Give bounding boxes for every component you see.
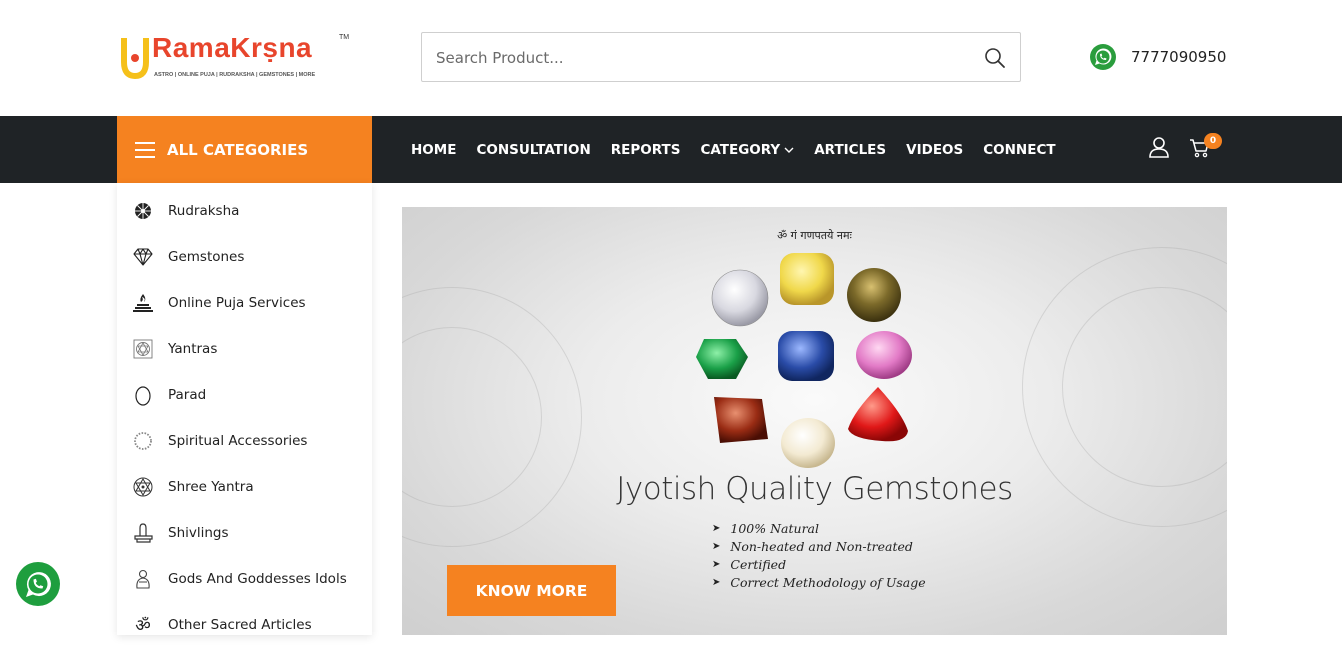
- bullet-item: ➤ Certified: [712, 555, 926, 573]
- whatsapp-icon[interactable]: [1089, 43, 1117, 71]
- know-more-button[interactable]: KNOW MORE: [447, 565, 616, 616]
- sidebar-item-label: Gemstones: [168, 249, 245, 265]
- whatsapp-float-icon[interactable]: [16, 562, 60, 606]
- arrow-right-icon: ➤: [712, 522, 721, 534]
- bullet-item: ➤ Non-heated and Non-treated: [712, 537, 926, 555]
- mala-icon: [132, 430, 154, 452]
- sidebar-item-label: Parad: [168, 387, 207, 403]
- all-categories-button[interactable]: ALL CATEGORIES: [117, 116, 372, 183]
- site-logo[interactable]: RamaKrṣna TM ASTRO | ONLINE PUJA | RUDRA…: [118, 30, 350, 84]
- banner-headline: Jyotish Quality Gemstones: [616, 471, 1013, 507]
- sidebar-item-other-sacred[interactable]: ॐ Other Sacred Articles: [117, 602, 372, 648]
- nav-category[interactable]: CATEGORY: [700, 142, 794, 158]
- sidebar-item-label: Yantras: [168, 341, 218, 357]
- nav-videos[interactable]: VIDEOS: [906, 142, 963, 158]
- sidebar-item-spiritual-accessories[interactable]: Spiritual Accessories: [117, 418, 372, 464]
- sidebar-item-label: Rudraksha: [168, 203, 240, 219]
- om-icon: ॐ: [132, 614, 154, 636]
- nav-consultation[interactable]: CONSULTATION: [476, 142, 590, 158]
- shree-yantra-icon: [132, 476, 154, 498]
- egg-icon: [132, 384, 154, 406]
- sidebar-item-label: Shivlings: [168, 525, 229, 541]
- phone-number[interactable]: 7777090950: [1131, 48, 1226, 66]
- logo-u-mark: [121, 38, 149, 80]
- yantra-icon: [132, 338, 154, 360]
- bullet-text: Certified: [730, 556, 787, 572]
- arrow-right-icon: ➤: [712, 540, 721, 552]
- sidebar-item-shivlings[interactable]: Shivlings: [117, 510, 372, 556]
- sidebar-item-label: Other Sacred Articles: [168, 617, 312, 633]
- bullet-text: Non-heated and Non-treated: [730, 538, 913, 554]
- phone-contact[interactable]: 7777090950: [1089, 43, 1226, 71]
- nav-connect[interactable]: CONNECT: [983, 142, 1055, 158]
- search-box: [421, 32, 1021, 82]
- sidebar-item-yantras[interactable]: Yantras: [117, 326, 372, 372]
- sidebar-item-shree-yantra[interactable]: Shree Yantra: [117, 464, 372, 510]
- svg-text:ॐ: ॐ: [135, 616, 151, 636]
- bullet-item: ➤ 100% Natural: [712, 519, 926, 537]
- top-header: RamaKrṣna TM ASTRO | ONLINE PUJA | RUDRA…: [0, 0, 1342, 116]
- chevron-down-icon: [784, 147, 794, 153]
- arrow-right-icon: ➤: [712, 576, 721, 588]
- search-input[interactable]: [436, 45, 956, 71]
- logo-tm: TM: [339, 34, 350, 41]
- diamond-icon: [132, 246, 154, 268]
- arrow-right-icon: ➤: [712, 558, 721, 570]
- sidebar-item-online-puja[interactable]: Online Puja Services: [117, 280, 372, 326]
- cart-button[interactable]: 0: [1189, 133, 1223, 163]
- bullet-text: 100% Natural: [730, 520, 819, 536]
- sidebar-item-gemstones[interactable]: Gemstones: [117, 234, 372, 280]
- sidebar-item-label: Spiritual Accessories: [168, 433, 308, 449]
- banner-bullet-list: ➤ 100% Natural ➤ Non-heated and Non-treate…: [712, 519, 926, 591]
- idol-icon: [132, 568, 154, 590]
- shivling-icon: [132, 522, 154, 544]
- puja-fire-icon: [132, 292, 154, 314]
- logo-name: RamaKrṣna: [152, 32, 313, 63]
- cart-count-badge: 0: [1204, 133, 1222, 149]
- search-icon[interactable]: [984, 47, 1006, 69]
- sidebar-item-label: Gods And Goddesses Idols: [168, 571, 347, 587]
- hamburger-icon: [135, 141, 155, 158]
- sidebar-item-parad[interactable]: Parad: [117, 372, 372, 418]
- bullet-item: ➤ Correct Methodology of Usage: [712, 573, 926, 591]
- nav-reports[interactable]: REPORTS: [611, 142, 681, 158]
- sidebar-item-rudraksha[interactable]: Rudraksha: [117, 188, 372, 234]
- rudraksha-icon: [132, 200, 154, 222]
- nav-home[interactable]: HOME: [411, 142, 456, 158]
- category-sidebar: Rudraksha Gemstones Online Puja Services…: [117, 183, 372, 636]
- logo-tagline: ASTRO | ONLINE PUJA | RUDRAKSHA | GEMSTO…: [154, 72, 316, 78]
- user-account-icon[interactable]: [1147, 135, 1171, 159]
- bullet-text: Correct Methodology of Usage: [730, 574, 926, 590]
- sidebar-item-label: Online Puja Services: [168, 295, 306, 311]
- sidebar-item-gods-idols[interactable]: Gods And Goddesses Idols: [117, 556, 372, 602]
- nav-articles[interactable]: ARTICLES: [814, 142, 886, 158]
- sidebar-item-label: Shree Yantra: [168, 479, 254, 495]
- all-categories-label: ALL CATEGORIES: [167, 140, 309, 159]
- main-menu: HOME CONSULTATION REPORTS CATEGORY ARTIC…: [411, 116, 1076, 183]
- nav-category-label: CATEGORY: [700, 141, 781, 158]
